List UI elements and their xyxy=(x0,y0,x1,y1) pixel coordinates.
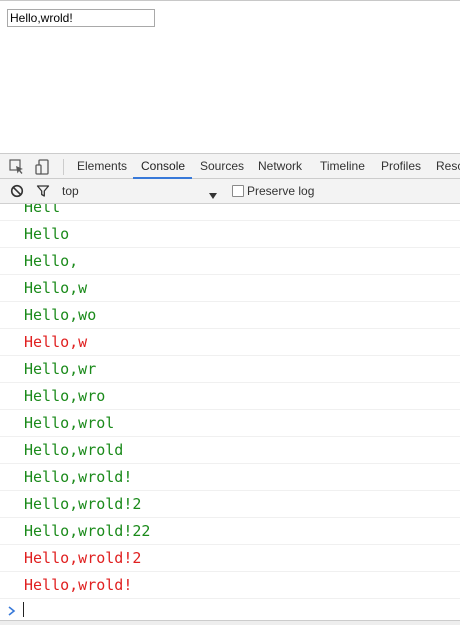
console-prompt[interactable] xyxy=(0,600,460,620)
prompt-chevron-icon xyxy=(7,604,17,616)
console-log-line: Hello,wrold xyxy=(0,437,460,464)
console-log-line: Hello,wrol xyxy=(0,410,460,437)
tab-console[interactable]: Console xyxy=(141,154,185,179)
console-log-line: Hello xyxy=(0,221,460,248)
console-filter-bar: top Preserve log xyxy=(0,179,460,204)
console-log-line: Hell xyxy=(0,204,460,221)
clear-console-icon[interactable] xyxy=(10,184,24,198)
devtools-panel: Elements Console Sources Network Timelin… xyxy=(0,153,460,625)
console-error-line: Hello,w xyxy=(0,329,460,356)
preserve-log-checkbox[interactable] xyxy=(232,185,244,197)
console-log-line: Hello,wrold!2 xyxy=(0,491,460,518)
tab-sources[interactable]: Sources xyxy=(200,154,244,179)
console-output: Hell Hello Hello, Hello,w Hello,wo Hello,w Hel… xyxy=(0,204,460,624)
console-log-line: Hello,wro xyxy=(0,383,460,410)
bottom-scrollbar[interactable] xyxy=(0,620,460,625)
top-divider xyxy=(0,0,460,1)
page-viewport xyxy=(0,0,460,153)
device-mode-icon[interactable] xyxy=(34,158,52,176)
console-log-line: Hello,wrold! xyxy=(0,464,460,491)
tab-timeline[interactable]: Timeline xyxy=(320,154,365,179)
console-error-line: Hello,wrold!2 xyxy=(0,545,460,572)
input-caret xyxy=(23,602,24,617)
tab-profiles[interactable]: Profiles xyxy=(381,154,421,179)
console-log-line: Hello, xyxy=(0,248,460,275)
tab-network[interactable]: Network xyxy=(258,154,302,179)
inspect-element-icon[interactable] xyxy=(8,158,26,176)
dropdown-arrow-icon[interactable] xyxy=(208,187,218,199)
tab-elements[interactable]: Elements xyxy=(77,154,127,179)
toolbar-separator xyxy=(63,159,64,175)
context-select[interactable]: top xyxy=(62,179,222,203)
console-log-line: Hello,wo xyxy=(0,302,460,329)
console-log-line: Hello,w xyxy=(0,275,460,302)
console-error-line: Hello,wrold! xyxy=(0,572,460,599)
console-log-line: Hello,wr xyxy=(0,356,460,383)
text-input[interactable] xyxy=(7,9,155,27)
tab-resources[interactable]: Resc xyxy=(436,154,460,179)
devtools-tabbar: Elements Console Sources Network Timelin… xyxy=(0,153,460,179)
filter-icon[interactable] xyxy=(36,184,50,198)
preserve-log-label: Preserve log xyxy=(247,184,315,198)
console-log-line: Hello,wrold!22 xyxy=(0,518,460,545)
